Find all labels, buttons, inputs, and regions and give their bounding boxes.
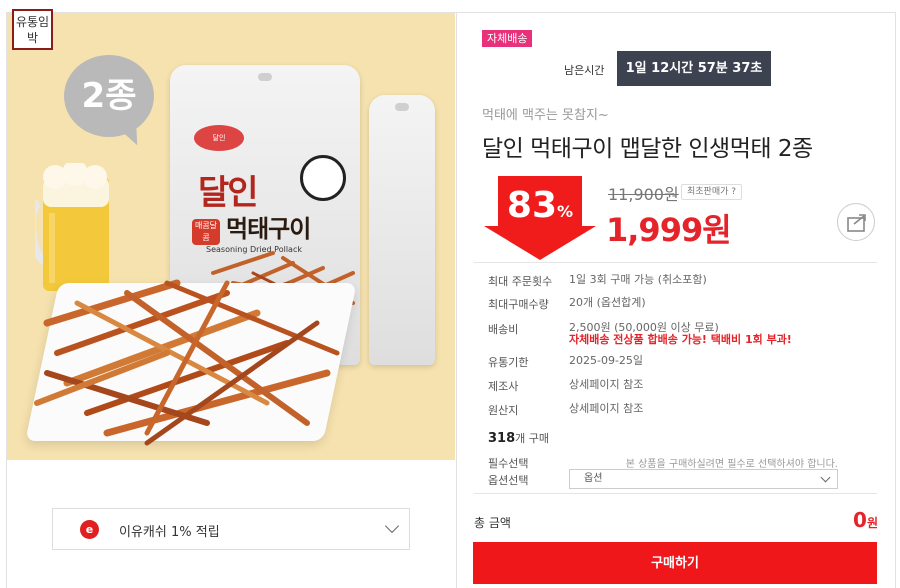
purchase-count-value: 318	[488, 431, 516, 446]
expiring-soon-badge: 유통임박	[12, 9, 53, 50]
shipping-badge: 자체배송	[482, 30, 533, 47]
info-label-shipping: 배송비	[488, 323, 519, 336]
total-amount: 0원	[853, 508, 878, 532]
discount-rate: 83%	[484, 184, 596, 234]
purchase-count-unit: 개 구매	[515, 432, 549, 445]
info-value-origin: 상세페이지 참조	[569, 402, 644, 415]
buy-button[interactable]: 구매하기	[473, 542, 877, 584]
option-select-value: 옵션	[584, 473, 603, 484]
remaining-time-label: 남은시간	[564, 64, 605, 77]
option-select-label: 옵션선택	[488, 474, 529, 487]
discount-value: 83	[506, 185, 558, 226]
share-button[interactable]	[837, 203, 875, 241]
original-price: 11,900원	[608, 185, 679, 204]
info-label-origin: 원산지	[488, 404, 519, 417]
discount-unit: %	[557, 202, 574, 221]
product-image[interactable]: 2종 달인 달인 매콤달콤 먹태구이 Seasoning Dried Polla…	[7, 13, 455, 460]
info-value-max-quantity: 20개 (옵션합계)	[569, 296, 646, 309]
cashback-dropdown[interactable]: e 이유캐쉬 1% 적립	[52, 508, 410, 550]
divider	[474, 262, 877, 263]
info-value-max-orders: 1일 3회 구매 가능 (취소포함)	[569, 273, 707, 286]
required-select-note: 본 상품을 구매하실려면 필수로 선택하셔야 합니다.	[625, 459, 838, 470]
total-label: 총 금액	[474, 516, 511, 530]
mascot-icon	[300, 155, 346, 201]
info-label-max-orders: 최대 주문횟수	[488, 275, 553, 288]
package-title: 달인	[198, 173, 259, 213]
info-label-expiry: 유통기한	[488, 356, 529, 369]
spicy-tag: 매콤달콤	[192, 219, 220, 245]
cashback-text: 이유캐쉬 1% 적립	[119, 525, 220, 540]
info-label-max-quantity: 최대구매수량	[488, 298, 549, 311]
countdown-timer: 1일 12시간 57분 37초	[617, 51, 771, 86]
chevron-down-icon	[820, 472, 831, 483]
required-select-label: 필수선택	[488, 457, 529, 470]
chevron-down-icon	[384, 518, 400, 534]
cashback-e-icon: e	[80, 520, 99, 539]
package-subtitle: 먹태구이	[226, 215, 311, 243]
info-shipping-note: 자체배송 전상품 합배송 가능! 택배비 1회 부과!	[569, 333, 792, 346]
info-label-manufacturer: 제조사	[488, 380, 519, 393]
sale-price: 1,999원	[606, 211, 732, 249]
column-divider	[456, 12, 457, 588]
product-title: 달인 먹태구이 맵달한 인생먹태 2종	[482, 136, 813, 162]
brand-logo: 달인	[194, 125, 244, 151]
info-value-manufacturer: 상세페이지 참조	[569, 378, 644, 391]
info-value-expiry: 2025-09-25일	[569, 354, 644, 367]
package-back	[369, 95, 435, 365]
divider	[474, 493, 877, 494]
product-page: 2종 달인 달인 매콤달콤 먹태구이 Seasoning Dried Polla…	[0, 0, 900, 588]
count-bubble: 2종	[64, 55, 154, 137]
dried-pollack-illustration	[34, 279, 340, 446]
share-icon	[847, 214, 866, 232]
total-amount-value: 0	[853, 508, 867, 532]
total-amount-unit: 원	[866, 516, 878, 530]
product-subtitle: 먹태에 맥주는 못참지~	[482, 108, 609, 123]
lowest-price-badge[interactable]: 최초판매가 ?	[681, 184, 743, 200]
purchase-count: 318개 구매	[488, 430, 549, 446]
option-select[interactable]: 옵션	[569, 469, 838, 489]
